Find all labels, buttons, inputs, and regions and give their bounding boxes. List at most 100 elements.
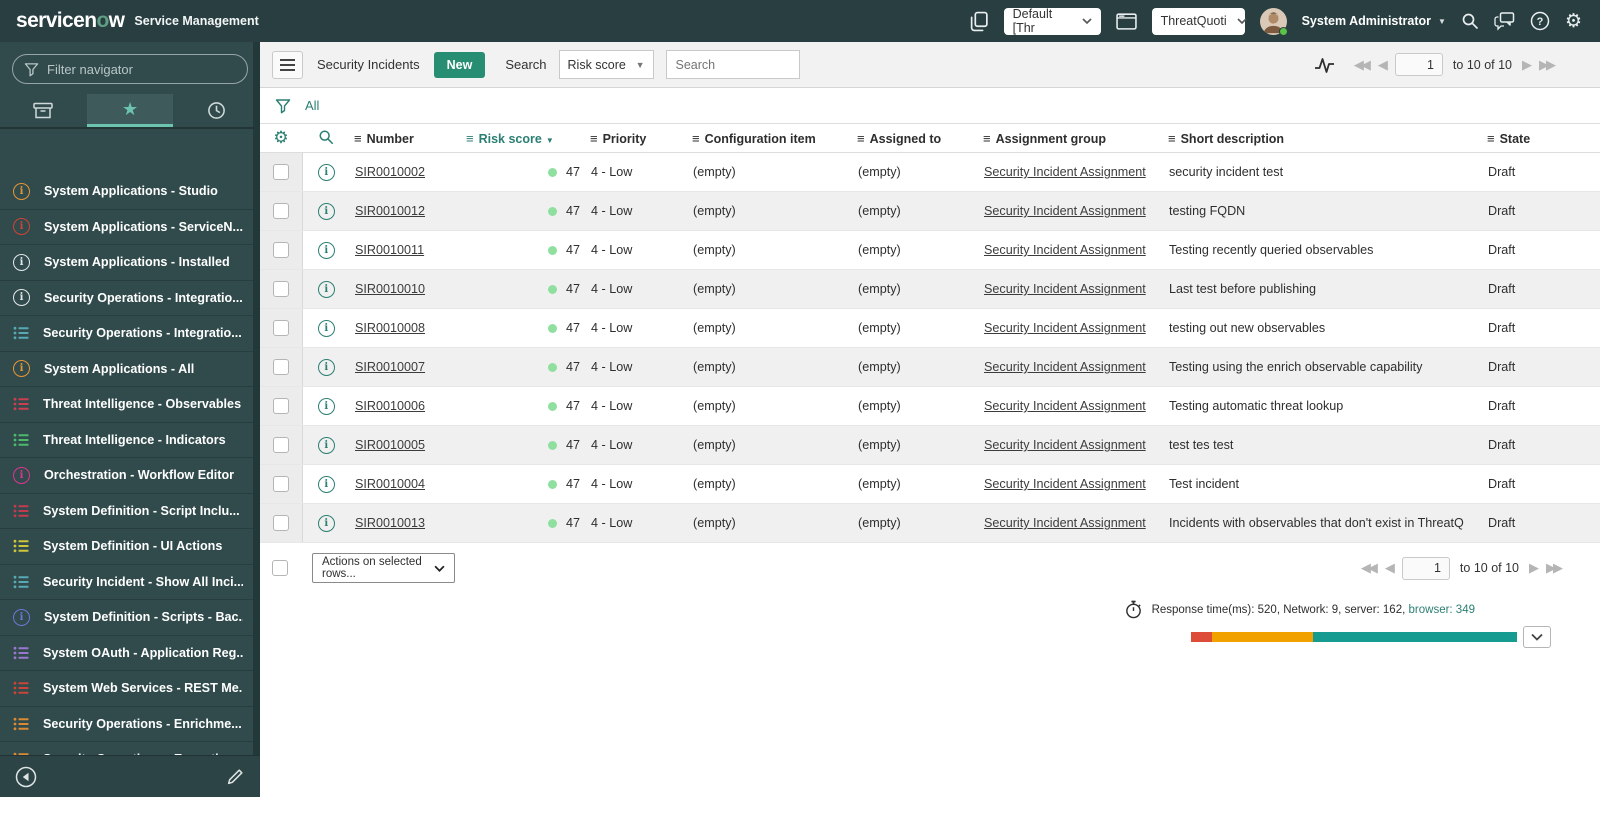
last-page-button[interactable]: ▶▶: [1546, 560, 1563, 576]
previous-page-button[interactable]: ◀: [1378, 57, 1388, 73]
sidebar-favorite-item[interactable]: i System Applications - Studio: [0, 174, 253, 210]
column-header-number[interactable]: ≡ Number: [350, 123, 462, 153]
row-checkbox[interactable]: [272, 476, 289, 492]
first-page-button[interactable]: ◀◀: [1354, 57, 1371, 73]
assignment-group-link[interactable]: Security Incident Assignment: [984, 321, 1146, 335]
breadcrumb-all-link[interactable]: All: [305, 98, 319, 113]
response-time-toggle-icon[interactable]: [1314, 55, 1336, 75]
column-menu-icon[interactable]: ≡: [466, 131, 474, 146]
incident-number-link[interactable]: SIR0010005: [355, 438, 425, 452]
sidebar-favorite-item[interactable]: System Web Services - REST Me...: [0, 671, 253, 707]
sidebar-scrollbar[interactable]: [253, 42, 260, 755]
record-preview-info-icon[interactable]: i: [317, 319, 335, 337]
sidebar-favorite-item[interactable]: Security Operations - Enrichme...: [0, 707, 253, 742]
record-preview-info-icon[interactable]: i: [317, 280, 335, 298]
row-checkbox[interactable]: [272, 281, 289, 297]
column-header-configuration-item[interactable]: ≡ Configuration item: [688, 123, 853, 153]
sidebar-favorite-item[interactable]: Threat Intelligence - Observables: [0, 387, 253, 423]
sidebar-favorite-item[interactable]: System OAuth - Application Reg...: [0, 636, 253, 671]
search-column-select[interactable]: Risk score ▼: [558, 50, 654, 79]
column-header-short-description[interactable]: ≡ Short description: [1164, 123, 1483, 153]
sidebar-favorite-item[interactable]: i System Applications - Installed: [0, 245, 253, 281]
assignment-group-link[interactable]: Security Incident Assignment: [984, 204, 1146, 218]
record-preview-info-icon[interactable]: i: [317, 475, 335, 493]
tab-all-applications[interactable]: [0, 94, 87, 127]
incident-number-link[interactable]: SIR0010013: [355, 516, 425, 530]
search-icon[interactable]: [1461, 12, 1479, 30]
incident-number-link[interactable]: SIR0010002: [355, 165, 425, 179]
column-menu-icon[interactable]: ≡: [1168, 131, 1176, 146]
assignment-group-link[interactable]: Security Incident Assignment: [984, 243, 1146, 257]
sidebar-favorite-item[interactable]: System Definition - Script Inclu...: [0, 494, 253, 529]
select-all-checkbox[interactable]: [272, 560, 288, 576]
record-preview-info-icon[interactable]: i: [317, 163, 335, 181]
column-header-assignment-group[interactable]: ≡ Assignment group: [979, 123, 1164, 153]
column-header-assigned-to[interactable]: ≡ Assigned to: [853, 123, 979, 153]
tab-history[interactable]: [173, 94, 260, 127]
sidebar-favorite-item[interactable]: i System Definition - Scripts - Bac...: [0, 600, 253, 636]
assignment-group-link[interactable]: Security Incident Assignment: [984, 477, 1146, 491]
update-set-window-icon[interactable]: [1115, 12, 1137, 30]
sidebar-favorite-item[interactable]: Security Operations - Execution ...: [0, 742, 253, 755]
filter-navigator[interactable]: [12, 54, 248, 84]
help-icon[interactable]: ?: [1530, 11, 1550, 31]
page-number-input[interactable]: [1401, 556, 1450, 580]
previous-page-button[interactable]: ◀: [1385, 560, 1395, 576]
sidebar-favorite-item[interactable]: i Orchestration - Workflow Editor: [0, 458, 253, 494]
assignment-group-link[interactable]: Security Incident Assignment: [984, 165, 1146, 179]
column-header-risk-score[interactable]: ≡ Risk score ▼: [462, 123, 586, 153]
assignment-group-link[interactable]: Security Incident Assignment: [984, 438, 1146, 452]
list-context-menu-icon[interactable]: [272, 50, 303, 79]
row-checkbox[interactable]: [272, 242, 289, 258]
sidebar-favorite-item[interactable]: Security Incident - Show All Inci...: [0, 565, 253, 600]
row-checkbox[interactable]: [272, 359, 289, 375]
column-menu-icon[interactable]: ≡: [983, 131, 991, 146]
next-page-button[interactable]: ▶: [1522, 57, 1532, 73]
row-checkbox[interactable]: [272, 437, 289, 453]
incident-number-link[interactable]: SIR0010007: [355, 360, 425, 374]
settings-gear-icon[interactable]: ⚙: [1565, 12, 1582, 31]
assignment-group-link[interactable]: Security Incident Assignment: [984, 516, 1146, 530]
tab-favorites[interactable]: ★: [86, 94, 174, 127]
column-menu-icon[interactable]: ≡: [692, 131, 700, 146]
row-checkbox[interactable]: [272, 164, 289, 180]
record-preview-info-icon[interactable]: i: [317, 514, 335, 532]
filter-funnel-icon[interactable]: [275, 98, 291, 114]
incident-number-link[interactable]: SIR0010011: [355, 243, 424, 257]
record-preview-info-icon[interactable]: i: [317, 241, 335, 259]
sidebar-favorite-item[interactable]: Security Operations - Integratio...: [0, 316, 253, 352]
record-preview-info-icon[interactable]: i: [317, 202, 335, 220]
chat-icon[interactable]: [1494, 11, 1515, 31]
sidebar-favorite-item[interactable]: i System Applications - ServiceN...: [0, 210, 253, 245]
sidebar-favorite-item[interactable]: Threat Intelligence - Indicators: [0, 423, 253, 458]
column-header-priority[interactable]: ≡ Priority: [586, 123, 688, 153]
assignment-group-link[interactable]: Security Incident Assignment: [984, 282, 1146, 296]
incident-number-link[interactable]: SIR0010012: [355, 204, 425, 218]
first-page-button[interactable]: ◀◀: [1361, 560, 1378, 576]
sidebar-favorite-item[interactable]: i Security Operations - Integratio...: [0, 281, 253, 316]
record-preview-info-icon[interactable]: i: [317, 397, 335, 415]
column-menu-icon[interactable]: ≡: [590, 131, 598, 146]
incident-number-link[interactable]: SIR0010008: [355, 321, 425, 335]
sidebar-favorite-item[interactable]: i System Applications - All: [0, 352, 253, 387]
column-menu-icon[interactable]: ≡: [857, 131, 865, 146]
row-checkbox[interactable]: [272, 320, 289, 336]
row-checkbox[interactable]: [272, 203, 289, 219]
connect-sidebar-icon[interactable]: [970, 11, 989, 32]
next-page-button[interactable]: ▶: [1529, 560, 1539, 576]
edit-favorites-pencil-icon[interactable]: [226, 767, 245, 786]
actions-on-selected-rows-select[interactable]: Actions on selected rows...: [312, 553, 455, 583]
column-header-state[interactable]: ≡ State: [1483, 123, 1600, 153]
application-picker[interactable]: Default [Thr: [1003, 7, 1101, 35]
assignment-group-link[interactable]: Security Incident Assignment: [984, 360, 1146, 374]
collapse-response-time-button[interactable]: [1523, 626, 1551, 648]
new-record-button[interactable]: New: [433, 51, 486, 78]
column-menu-icon[interactable]: ≡: [1487, 131, 1495, 146]
incident-number-link[interactable]: SIR0010010: [355, 282, 425, 296]
user-menu[interactable]: System Administrator ▼: [1302, 14, 1446, 28]
last-page-button[interactable]: ▶▶: [1539, 57, 1556, 73]
update-set-picker[interactable]: ThreatQuoti: [1151, 7, 1247, 35]
sidebar-favorite-item[interactable]: System Definition - UI Actions: [0, 529, 253, 565]
row-checkbox[interactable]: [272, 398, 289, 414]
assignment-group-link[interactable]: Security Incident Assignment: [984, 399, 1146, 413]
